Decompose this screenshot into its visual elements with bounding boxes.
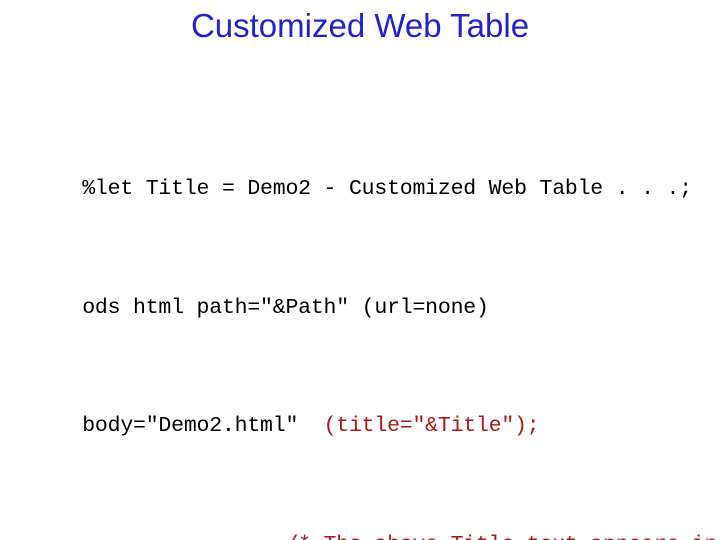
code-comment: /* The above Title text appears in xyxy=(82,533,717,540)
page-title: Customized Web Table xyxy=(190,7,530,44)
code-text-segment: body="Demo2.html" xyxy=(82,414,324,439)
code-line: body="Demo2.html" (title="&Title"); xyxy=(6,383,720,438)
code-text-segment: (title="&Title"); xyxy=(323,414,540,439)
code-text: ods html path="&Path" (url=none) xyxy=(82,295,489,320)
code-line: %let Title = Demo2 - Customized Web Tabl… xyxy=(6,146,720,201)
code-line: ods html path="&Path" (url=none) xyxy=(6,264,720,320)
code-block: %let Title = Demo2 - Customized Web Tabl… xyxy=(6,57,720,540)
slide-canvas: Customized Web Table %let Title = Demo2 … xyxy=(0,0,720,540)
code-text: %let Title = Demo2 - Customized Web Tabl… xyxy=(82,177,692,202)
code-line: /* The above Title text appears in xyxy=(6,501,720,540)
